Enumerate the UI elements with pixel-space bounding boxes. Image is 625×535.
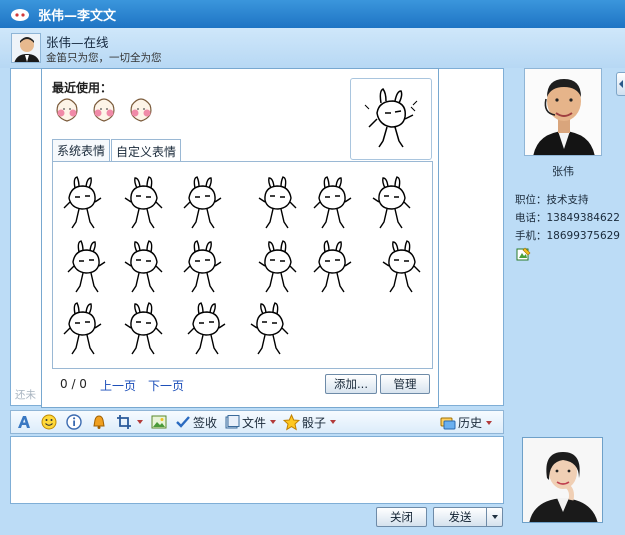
dice-label: 骰子 bbox=[302, 415, 327, 430]
prev-page-link[interactable]: 上一页 bbox=[100, 377, 136, 394]
emoticon-grid bbox=[52, 161, 433, 369]
chevron-down-icon bbox=[491, 515, 498, 519]
tab-system-emoticons[interactable]: 系统表情 bbox=[52, 139, 111, 161]
file-button[interactable]: 文件 bbox=[224, 414, 277, 431]
font-icon bbox=[18, 416, 30, 428]
close-button[interactable]: 关闭 bbox=[376, 507, 427, 527]
self-photo bbox=[522, 437, 603, 523]
recent-emoticon-2[interactable] bbox=[89, 95, 119, 125]
tab-custom-emoticons[interactable]: 自定义表情 bbox=[111, 139, 182, 162]
star-icon bbox=[283, 413, 301, 431]
emoticon-tabs: 系统表情 自定义表情 bbox=[52, 139, 182, 162]
next-page-link[interactable]: 下一页 bbox=[148, 377, 184, 394]
manage-emoticon-button[interactable]: 管理 bbox=[380, 374, 430, 394]
screenshot-button[interactable] bbox=[115, 413, 143, 431]
history-dropdown-icon[interactable] bbox=[486, 420, 492, 425]
collapse-sidebar-button[interactable] bbox=[616, 72, 625, 96]
app-logo-icon bbox=[11, 9, 29, 21]
sign-label: 签收 bbox=[193, 415, 218, 430]
dice-button[interactable]: 骰子 bbox=[283, 413, 337, 431]
send-button[interactable]: 发送 bbox=[433, 507, 487, 527]
custom-emoticon-6[interactable] bbox=[367, 174, 415, 234]
chevron-left-icon bbox=[618, 80, 623, 88]
window-title: 张伟—李文文 bbox=[38, 8, 117, 24]
custom-emoticon-12[interactable] bbox=[377, 238, 425, 298]
font-button[interactable] bbox=[15, 413, 33, 431]
info-icon bbox=[66, 414, 82, 430]
sign-button[interactable]: 签收 bbox=[175, 414, 217, 431]
history-label: 历史 bbox=[457, 416, 482, 430]
dice-dropdown-icon[interactable] bbox=[330, 420, 337, 424]
file-dropdown-icon[interactable] bbox=[270, 420, 277, 424]
recent-emoticon-1[interactable] bbox=[52, 95, 82, 125]
custom-emoticon-13[interactable] bbox=[59, 300, 107, 360]
title-bar: 张伟—李文文 bbox=[0, 0, 625, 28]
send-image-button[interactable] bbox=[150, 413, 168, 431]
custom-emoticon-10[interactable] bbox=[253, 238, 301, 298]
page-indicator: 0 / 0 bbox=[60, 377, 87, 391]
custom-emoticon-2[interactable] bbox=[119, 174, 167, 234]
custom-emoticon-1[interactable] bbox=[59, 174, 107, 234]
custom-emoticon-5[interactable] bbox=[309, 174, 357, 234]
recent-emoticon-3[interactable] bbox=[126, 95, 156, 125]
profile-phone: 电话：13849384622 bbox=[515, 212, 620, 224]
screenshot-dropdown-icon[interactable] bbox=[137, 420, 143, 424]
contact-name-status: 张伟—在线 bbox=[46, 35, 109, 50]
contact-photo bbox=[524, 68, 602, 156]
smiley-icon bbox=[41, 414, 57, 430]
add-emoticon-button[interactable]: 添加... bbox=[325, 374, 377, 394]
info-button[interactable] bbox=[65, 413, 83, 431]
shake-button[interactable] bbox=[90, 413, 108, 431]
profile-position: 职位：技术支持 bbox=[515, 194, 589, 206]
profile-name: 张伟 bbox=[552, 165, 574, 178]
file-label: 文件 bbox=[242, 415, 267, 430]
crop-icon bbox=[117, 415, 131, 429]
custom-emoticon-3[interactable] bbox=[179, 174, 227, 234]
custom-emoticon-11[interactable] bbox=[309, 238, 357, 298]
custom-emoticon-9[interactable] bbox=[179, 238, 227, 298]
contact-header: 张伟—在线 金笛只为您，一切全为您 bbox=[0, 28, 625, 68]
file-icon bbox=[225, 415, 240, 429]
chat-faded-text: 还未 bbox=[15, 389, 36, 401]
message-input[interactable] bbox=[10, 436, 504, 504]
emoticon-panel: 最近使用： 系统表情 自定义表情 0 / 0 上一页 下一页 添加... 管理 bbox=[41, 68, 439, 408]
custom-emoticon-14[interactable] bbox=[119, 300, 167, 360]
recent-label: 最近使用： bbox=[52, 81, 113, 95]
history-button[interactable]: 历史 bbox=[440, 414, 492, 431]
checkmark-icon bbox=[176, 416, 190, 428]
custom-emoticon-16[interactable] bbox=[245, 300, 293, 360]
image-icon bbox=[151, 415, 167, 429]
edit-card-icon[interactable] bbox=[516, 247, 531, 262]
custom-emoticon-15[interactable] bbox=[183, 300, 231, 360]
history-icon bbox=[440, 417, 456, 429]
custom-emoticon-8[interactable] bbox=[119, 238, 167, 298]
profile-info: 职位：技术支持 电话：13849384622 手机：18699375629 bbox=[515, 191, 620, 245]
custom-emoticon-7[interactable] bbox=[63, 238, 111, 298]
send-options-button[interactable] bbox=[486, 507, 503, 527]
bell-icon bbox=[93, 415, 105, 429]
profile-mobile: 手机：18699375629 bbox=[515, 230, 620, 242]
contact-signature: 金笛只为您，一切全为您 bbox=[46, 52, 162, 64]
preview-rabbit-icon bbox=[364, 88, 418, 148]
message-toolbar: 签收 文件 骰子 历史 bbox=[10, 410, 504, 434]
contact-avatar[interactable] bbox=[11, 33, 41, 63]
custom-emoticon-4[interactable] bbox=[253, 174, 301, 234]
emoticon-preview bbox=[350, 78, 432, 160]
emoticon-button[interactable] bbox=[40, 413, 58, 431]
